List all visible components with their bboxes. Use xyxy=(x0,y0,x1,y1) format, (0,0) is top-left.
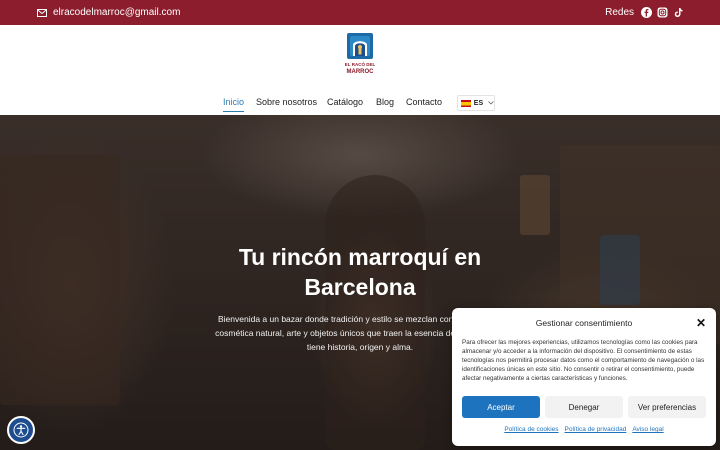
accessibility-button[interactable] xyxy=(7,416,35,444)
tiktok-icon[interactable] xyxy=(673,7,684,18)
svg-text:EL RACÓ DEL: EL RACÓ DEL xyxy=(345,60,376,67)
site-header: EL RACÓ DEL MARROC Inicio Sobre nosotros… xyxy=(0,25,720,115)
consent-body: Para ofrecer las mejores experiencias, u… xyxy=(462,339,705,382)
active-underline xyxy=(223,111,244,112)
legal-notice-link[interactable]: Aviso legal xyxy=(632,426,663,433)
nav-blog[interactable]: Blog xyxy=(376,97,394,107)
instagram-icon[interactable] xyxy=(657,7,668,18)
language-selector[interactable]: ES xyxy=(457,95,495,111)
view-preferences-button[interactable]: Ver preferencias xyxy=(628,396,706,418)
mail-icon xyxy=(37,8,47,17)
nav-sobre-nosotros[interactable]: Sobre nosotros xyxy=(256,97,317,107)
nav-catalogo[interactable]: Catálogo xyxy=(327,97,363,107)
accessibility-icon xyxy=(13,422,29,438)
main-nav: Inicio Sobre nosotros Catálogo Blog Cont… xyxy=(0,97,720,113)
nav-inicio[interactable]: Inicio xyxy=(223,97,244,107)
chevron-down-icon xyxy=(488,101,494,105)
site-logo[interactable]: EL RACÓ DEL MARROC xyxy=(338,33,382,75)
hero-title-line2: Barcelona xyxy=(304,274,416,300)
spain-flag-icon xyxy=(461,99,471,107)
cookie-policy-link[interactable]: Política de cookies xyxy=(504,426,558,433)
hero-text-line3: tiene historia, origen y alma. xyxy=(306,342,414,352)
facebook-icon[interactable] xyxy=(641,7,652,18)
close-icon[interactable]: ✕ xyxy=(696,316,706,330)
top-bar: elracodelmarroc@gmail.com Redes xyxy=(0,0,720,25)
email-text[interactable]: elracodelmarroc@gmail.com xyxy=(53,7,180,18)
consent-title: Gestionar consentimiento xyxy=(535,318,633,328)
language-code: ES xyxy=(473,99,484,107)
email-contact[interactable]: elracodelmarroc@gmail.com xyxy=(37,7,180,18)
consent-links: Política de cookies Política de privacid… xyxy=(452,426,716,433)
privacy-policy-link[interactable]: Política de privacidad xyxy=(565,426,627,433)
social-links: Redes xyxy=(605,7,684,18)
accept-button[interactable]: Aceptar xyxy=(462,396,540,418)
hero-title-line1: Tu rincón marroquí en xyxy=(238,244,482,270)
deny-button[interactable]: Denegar xyxy=(545,396,623,418)
nav-contacto[interactable]: Contacto xyxy=(406,97,442,107)
svg-text:MARROC: MARROC xyxy=(347,69,375,75)
cookie-consent-dialog: Gestionar consentimiento ✕ Para ofrecer … xyxy=(452,308,716,446)
social-label: Redes xyxy=(605,7,634,18)
hero-title: Tu rincón marroquí en Barcelona xyxy=(180,242,540,302)
